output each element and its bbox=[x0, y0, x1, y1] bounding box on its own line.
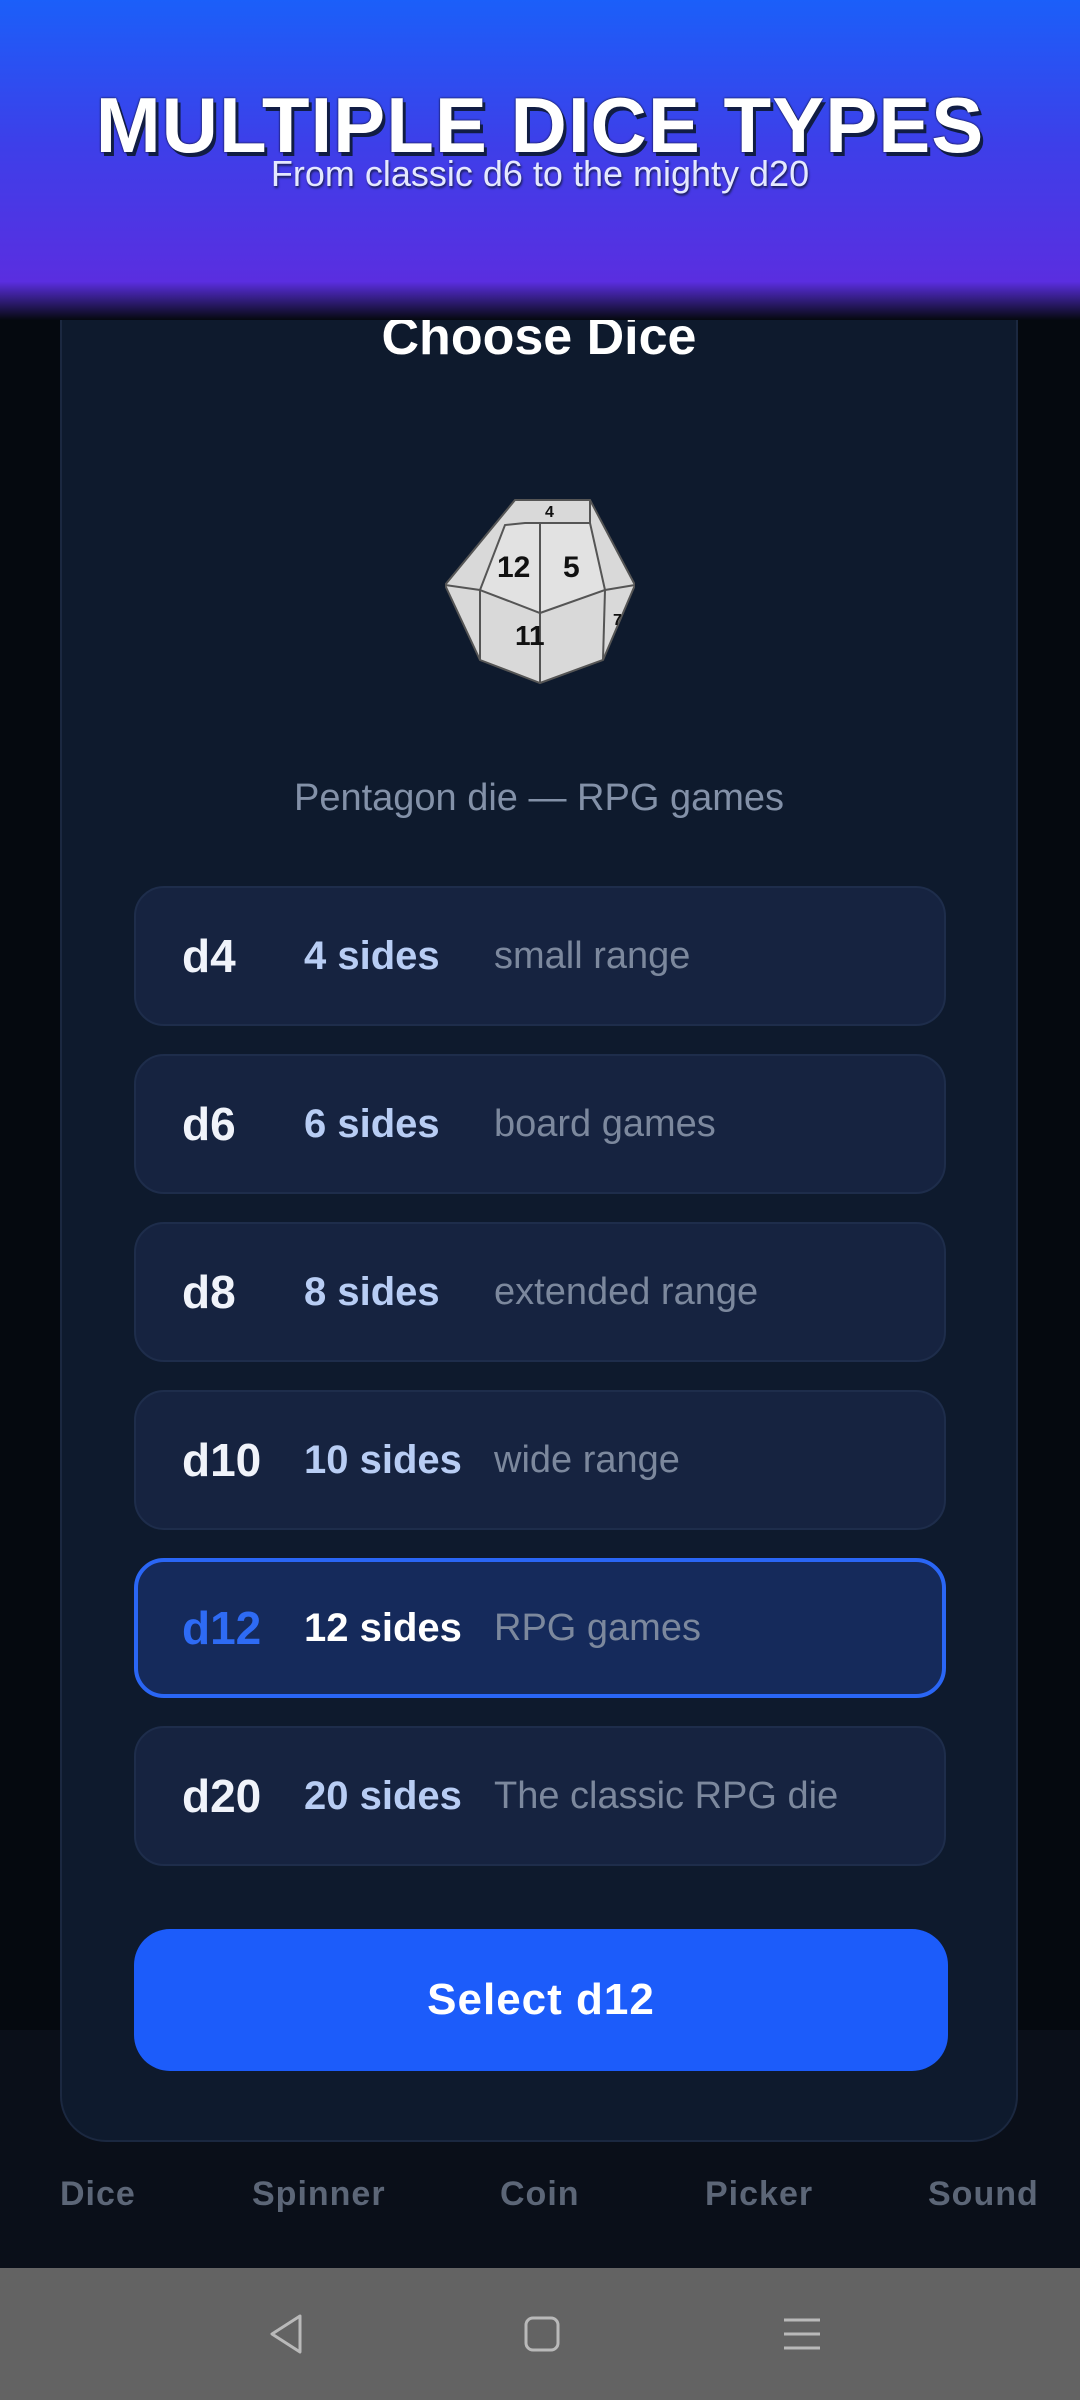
dice-option-note: RPG games bbox=[494, 1607, 701, 1649]
dice-description: Pentagon die — RPG games bbox=[293, 777, 785, 819]
nav-tab-spinner[interactable]: Spinner bbox=[252, 2175, 386, 2214]
dice-option-d8[interactable]: d8 8 sides extended range bbox=[134, 1222, 946, 1362]
home-icon[interactable] bbox=[518, 2310, 566, 2363]
nav-tab-picker[interactable]: Picker bbox=[705, 2175, 813, 2214]
dice-face-11: 11 bbox=[515, 620, 545, 651]
dice-option-sides: 20 sides bbox=[304, 1774, 462, 1818]
d12-dice-icon: 12 5 11 4 7 bbox=[443, 499, 637, 685]
nav-tab-coin[interactable]: Coin bbox=[500, 2175, 580, 2214]
select-dice-button[interactable]: Select d12 bbox=[134, 1929, 948, 2071]
dice-face-5: 5 bbox=[563, 551, 580, 584]
dice-face-4: 4 bbox=[545, 504, 554, 521]
menu-icon[interactable] bbox=[778, 2310, 826, 2363]
dice-face-7: 7 bbox=[613, 612, 622, 629]
dice-option-sides: 6 sides bbox=[304, 1102, 440, 1146]
dice-option-sides: 8 sides bbox=[304, 1270, 440, 1314]
dice-option-sides: 4 sides bbox=[304, 934, 440, 978]
dice-option-note: extended range bbox=[494, 1271, 759, 1313]
dice-option-note: board games bbox=[494, 1103, 716, 1145]
dice-option-d6[interactable]: d6 6 sides board games bbox=[134, 1054, 946, 1194]
dice-face-12: 12 bbox=[497, 551, 530, 584]
dice-option-code: d12 bbox=[182, 1602, 262, 1654]
dice-option-d20[interactable]: d20 20 sides The classic RPG die bbox=[134, 1726, 946, 1866]
dice-option-code: d6 bbox=[182, 1098, 236, 1150]
dice-option-d10[interactable]: d10 10 sides wide range bbox=[134, 1390, 946, 1530]
back-icon[interactable] bbox=[262, 2310, 310, 2363]
dice-chooser-sheet: Choose Dice 12 5 11 4 7 Pentagon die — R… bbox=[60, 170, 1018, 2142]
dice-option-d12[interactable]: d12 12 sides RPG games bbox=[134, 1558, 946, 1698]
dice-option-d4[interactable]: d4 4 sides small range bbox=[134, 886, 946, 1026]
dice-preview: 12 5 11 4 7 bbox=[443, 495, 637, 685]
dice-option-note: The classic RPG die bbox=[494, 1775, 839, 1817]
dice-option-note: small range bbox=[494, 935, 691, 977]
dice-option-note: wide range bbox=[494, 1439, 680, 1481]
dice-option-code: d4 bbox=[182, 930, 236, 982]
dice-option-code: d10 bbox=[182, 1434, 262, 1486]
promo-banner: MULTIPLE DICE TYPES From classic d6 to t… bbox=[0, 0, 1080, 320]
banner-subtitle: From classic d6 to the mighty d20 bbox=[270, 153, 810, 194]
nav-tab-dice[interactable]: Dice bbox=[60, 2175, 136, 2214]
nav-tab-sound[interactable]: Sound bbox=[928, 2175, 1039, 2214]
dice-option-code: d8 bbox=[182, 1266, 236, 1318]
dice-option-code: d20 bbox=[182, 1770, 262, 1822]
dice-option-sides: 10 sides bbox=[304, 1438, 462, 1482]
dice-option-sides: 12 sides bbox=[304, 1606, 462, 1650]
